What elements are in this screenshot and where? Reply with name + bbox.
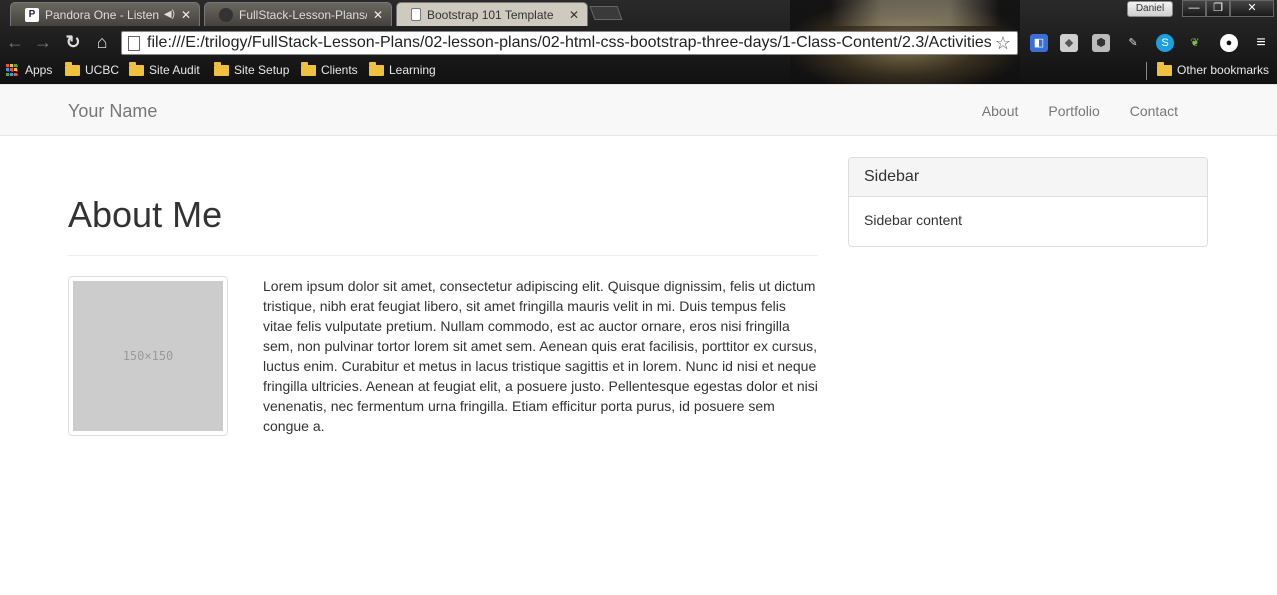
new-tab-button[interactable]	[589, 6, 623, 20]
tab-close-icon[interactable]: ✕	[373, 8, 383, 22]
bookmarks-separator	[1146, 62, 1147, 80]
bookmark-label: Site Setup	[234, 63, 290, 77]
shield-extension-icon[interactable]: ⬢	[1092, 34, 1110, 52]
sidebar-panel: Sidebar Sidebar content	[848, 157, 1208, 247]
bookmark-label: Apps	[25, 63, 53, 77]
navbar-links: About Portfolio Contact	[967, 85, 1193, 137]
placeholder-label: 150×150	[122, 349, 174, 363]
home-button[interactable]: ⌂	[91, 30, 113, 54]
bookmark-star-icon[interactable]: ☆	[995, 33, 1011, 54]
reload-button[interactable]: ↻	[62, 30, 84, 54]
navbar-brand[interactable]: Your Name	[68, 101, 157, 122]
bookmark-label: UCBC	[85, 63, 120, 77]
profile-button[interactable]: Daniel	[1127, 1, 1173, 17]
tab-close-icon[interactable]: ✕	[181, 8, 191, 22]
folder-icon	[369, 61, 384, 76]
bookmark-label: Other bookmarks	[1177, 63, 1270, 77]
window-controls: — ❐ ✕	[1182, 0, 1274, 18]
leaf-extension-icon[interactable]: ❦	[1186, 34, 1204, 52]
bookmark-label: Learning	[389, 63, 436, 77]
folder-icon	[214, 61, 229, 76]
bookmark-label: Site Audit	[149, 63, 200, 77]
menu-icon[interactable]: ≡	[1252, 34, 1270, 52]
browser-chrome: P Pandora One - Listen t ◀) ✕ FullStack-…	[0, 0, 1277, 84]
forward-button[interactable]: →	[32, 30, 54, 54]
tab-title: Bootstrap 101 Template	[427, 7, 554, 22]
tab-pandora[interactable]: P Pandora One - Listen t ◀) ✕	[10, 2, 200, 26]
bookmark-folder-site-audit[interactable]: Site Audit	[129, 61, 200, 77]
nav-link-about[interactable]: About	[967, 85, 1034, 137]
url-input[interactable]	[147, 34, 991, 52]
back-button[interactable]: ←	[4, 30, 26, 54]
pandora-favicon-icon: P	[25, 7, 39, 22]
github-icon	[219, 7, 233, 22]
bookmark-other[interactable]: Other bookmarks	[1157, 61, 1270, 77]
cube-extension-icon[interactable]: ◆	[1060, 34, 1078, 52]
circle-extension-icon[interactable]: ●	[1220, 34, 1238, 52]
tab-github[interactable]: FullStack-Lesson-Plans/2.3 ✕	[204, 2, 392, 26]
minimize-button[interactable]: —	[1182, 0, 1206, 17]
apps-grid-icon	[6, 63, 19, 77]
bookmark-folder-ucbc[interactable]: UCBC	[65, 61, 120, 77]
folder-icon	[301, 61, 316, 76]
folder-icon	[1157, 61, 1172, 76]
restore-button[interactable]: ❐	[1206, 0, 1230, 17]
extension-icon[interactable]: ◧	[1030, 34, 1048, 52]
tab-title: FullStack-Lesson-Plans/2.3	[239, 7, 367, 22]
page-icon	[411, 8, 421, 21]
tab-bootstrap-template[interactable]: Bootstrap 101 Template ✕	[396, 2, 588, 26]
sidebar-panel-heading: Sidebar	[849, 158, 1207, 197]
bookmark-folder-learning[interactable]: Learning	[369, 61, 436, 77]
bookmark-label: Clients	[321, 63, 358, 77]
nav-link-contact[interactable]: Contact	[1115, 85, 1193, 137]
page-title: About Me	[68, 194, 223, 235]
folder-icon	[129, 61, 144, 76]
profile-thumbnail: 150×150	[68, 276, 228, 436]
tab-close-icon[interactable]: ✕	[569, 8, 579, 22]
heading-divider	[68, 255, 818, 256]
tab-strip: P Pandora One - Listen t ◀) ✕ FullStack-…	[0, 0, 1277, 26]
address-bar[interactable]: ☆	[121, 31, 1018, 55]
tab-title: Pandora One - Listen t	[45, 7, 160, 22]
image-placeholder: 150×150	[73, 281, 223, 431]
eyedropper-extension-icon[interactable]: ✎	[1124, 34, 1142, 52]
bookmark-folder-clients[interactable]: Clients	[301, 61, 358, 77]
bookmark-folder-site-setup[interactable]: Site Setup	[214, 61, 290, 77]
page-icon	[128, 35, 140, 51]
bookmark-apps[interactable]: Apps	[6, 63, 52, 77]
sidebar-panel-body: Sidebar content	[864, 212, 963, 228]
about-text: Lorem ipsum dolor sit amet, consectetur …	[263, 278, 818, 434]
close-window-button[interactable]: ✕	[1230, 0, 1274, 17]
nav-link-portfolio[interactable]: Portfolio	[1033, 85, 1114, 137]
navbar: Your Name About Portfolio Contact	[0, 84, 1277, 136]
skype-icon[interactable]: S	[1156, 34, 1174, 52]
bookmarks-bar: Apps UCBC Site Audit Site Setup Clients …	[0, 60, 1277, 82]
speaker-icon: ◀)	[163, 9, 175, 20]
folder-icon	[65, 61, 80, 76]
